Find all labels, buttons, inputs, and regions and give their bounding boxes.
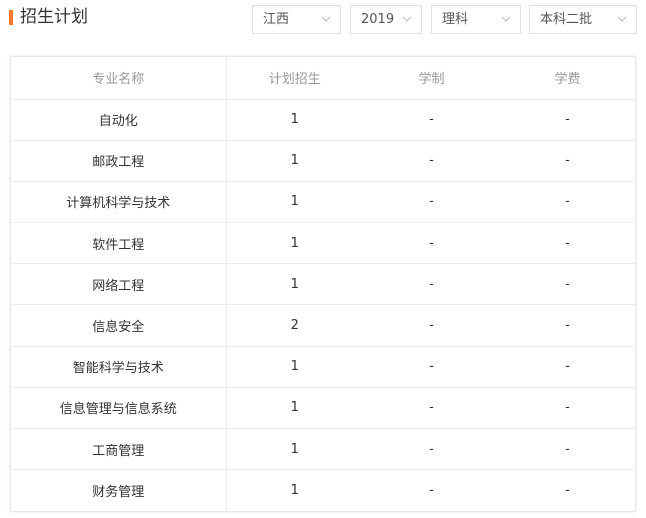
table-row: 工商管理 1 - -: [11, 428, 635, 471]
table-header-row: 专业名称 计划招生 学制 学费: [11, 57, 635, 100]
year-select-value: 2019: [361, 12, 395, 27]
tuition-cell: -: [500, 304, 635, 347]
plan-count-cell: 1: [226, 222, 363, 265]
province-select-value: 江西: [263, 12, 290, 27]
batch-select[interactable]: 本科二批: [529, 5, 637, 34]
duration-cell: -: [363, 428, 500, 471]
plan-count-cell: 1: [226, 99, 363, 141]
column-header-plan: 计划招生: [226, 57, 363, 100]
duration-cell: -: [363, 263, 500, 306]
chevron-down-icon: [402, 16, 412, 22]
page-title: 招生计划: [20, 7, 88, 27]
enrollment-plan-panel: 招生计划 江西 2019 理科 本科二批 专业名称 计划招生 学制 学费 自动化…: [0, 0, 646, 518]
tuition-cell: -: [500, 181, 635, 224]
tuition-cell: -: [500, 222, 635, 265]
year-select[interactable]: 2019: [350, 5, 422, 34]
major-name-cell: 工商管理: [11, 428, 227, 471]
duration-cell: -: [363, 304, 500, 347]
major-name-cell: 计算机科学与技术: [11, 181, 227, 224]
major-name-cell: 信息安全: [11, 304, 227, 347]
major-name-cell: 软件工程: [11, 222, 227, 265]
major-name-cell: 智能科学与技术: [11, 346, 227, 388]
duration-cell: -: [363, 222, 500, 265]
plan-count-cell: 1: [226, 346, 363, 388]
batch-select-value: 本科二批: [540, 12, 593, 27]
major-name-cell: 财务管理: [11, 469, 227, 511]
chevron-down-icon: [617, 16, 627, 22]
enrollment-table: 专业名称 计划招生 学制 学费 自动化 1 - - 邮政工程 1 - - 计算机…: [10, 56, 636, 512]
major-name-cell: 邮政工程: [11, 140, 227, 182]
table-row: 智能科学与技术 1 - -: [11, 346, 635, 388]
title-accent-bar: [9, 10, 13, 25]
province-select[interactable]: 江西: [252, 5, 341, 34]
subject-select[interactable]: 理科: [431, 5, 521, 34]
duration-cell: -: [363, 99, 500, 141]
subject-select-value: 理科: [442, 12, 469, 27]
tuition-cell: -: [500, 346, 635, 388]
major-name-cell: 信息管理与信息系统: [11, 387, 227, 430]
plan-count-cell: 1: [226, 263, 363, 306]
tuition-cell: -: [565, 483, 570, 499]
tuition-cell: -: [500, 99, 635, 141]
chevron-down-icon: [321, 16, 331, 22]
column-header-major: 专业名称: [11, 57, 227, 100]
column-header-duration: 学制: [363, 57, 500, 100]
plan-count-cell: 1: [226, 140, 363, 182]
duration-cell: -: [429, 483, 434, 499]
table-row: 财务管理 1 - -: [11, 469, 635, 511]
table-row: 信息管理与信息系统 1 - -: [11, 387, 635, 430]
tuition-cell: -: [500, 428, 635, 471]
duration-cell: -: [363, 181, 500, 224]
tuition-cell: -: [500, 387, 635, 430]
table-row: 网络工程 1 - -: [11, 263, 635, 306]
duration-cell: -: [363, 140, 500, 182]
tuition-cell: -: [500, 140, 635, 182]
duration-cell: -: [363, 387, 500, 430]
major-name-cell: 网络工程: [11, 263, 227, 306]
table-row: 计算机科学与技术 1 - -: [11, 181, 635, 224]
table-row: 信息安全 2 - -: [11, 304, 635, 347]
plan-count-cell: 1: [226, 387, 363, 430]
duration-cell: -: [363, 346, 500, 388]
plan-count-cell: 1: [226, 181, 363, 224]
plan-count-cell: 2: [226, 304, 363, 347]
table-row: 软件工程 1 - -: [11, 222, 635, 265]
major-name-cell: 自动化: [11, 99, 227, 141]
chevron-down-icon: [501, 16, 511, 22]
plan-count-cell: 1: [226, 428, 363, 471]
tuition-cell: -: [500, 263, 635, 306]
plan-count-cell: 1: [290, 483, 299, 499]
table-row: 邮政工程 1 - -: [11, 140, 635, 182]
table-row: 自动化 1 - -: [11, 99, 635, 141]
column-header-tuition: 学费: [500, 57, 635, 100]
